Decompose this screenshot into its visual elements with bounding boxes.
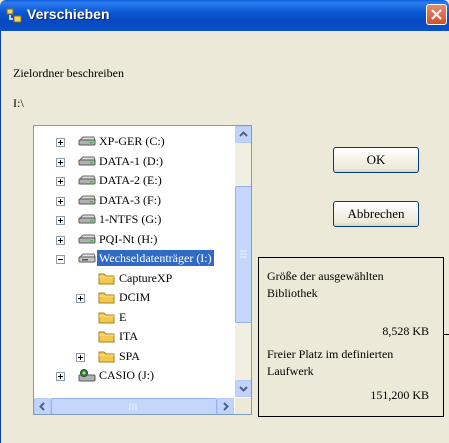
chevron-up-icon <box>239 131 248 137</box>
tree-item-data-3-f[interactable]: DATA-3 (F:) <box>34 191 234 210</box>
tree-item-dcim[interactable]: DCIM <box>34 288 234 307</box>
free-space-label-line2: Laufwerk <box>267 364 314 378</box>
drive-icon <box>78 212 96 230</box>
tree-item-label: ITA <box>119 329 139 343</box>
free-space-value: 151,200 KB <box>370 388 429 402</box>
tree-item-label: E <box>119 309 127 324</box>
tree-item-label: SPA <box>119 348 140 363</box>
tree-item-label: PQI-Nt (H:) <box>99 231 158 246</box>
collapse-icon[interactable] <box>56 255 65 264</box>
expand-icon[interactable] <box>56 216 65 225</box>
tree-item-label: CASIO (J:) <box>99 368 155 382</box>
drive-icon <box>78 154 96 172</box>
tree-item-ita[interactable]: ITA <box>34 327 234 346</box>
move-folder-icon <box>6 8 22 23</box>
expand-icon[interactable] <box>56 235 65 245</box>
tree-item-wechseldatenträger-i[interactable]: Wechseldatenträger (I:) <box>34 249 234 268</box>
chevron-down-icon <box>239 386 248 392</box>
drive-icon <box>78 193 96 211</box>
scroll-left-button[interactable] <box>34 398 51 414</box>
grip-icon <box>240 250 247 258</box>
description-label: Zielordner beschreiben <box>13 66 124 80</box>
scroll-right-button[interactable] <box>217 398 234 414</box>
ok-button[interactable]: OK <box>333 147 419 173</box>
folder-icon <box>98 271 116 290</box>
close-icon <box>431 9 442 20</box>
horizontal-scrollbar[interactable] <box>34 398 234 414</box>
vertical-scroll-thumb[interactable] <box>235 186 251 323</box>
selected-size-value: 8,528 KB <box>382 324 429 338</box>
tree-item-label: XP-GER (C:) <box>99 134 165 148</box>
expand-icon[interactable] <box>56 372 65 381</box>
tree-item-capturexp[interactable]: CaptureXP <box>34 269 234 288</box>
drive-icon <box>78 173 96 191</box>
tree-item-data-1-d[interactable]: DATA-1 (D:) <box>34 152 234 171</box>
selected-size-label-line2: Bibliothek <box>267 286 318 300</box>
drive-icon <box>78 232 96 250</box>
chevron-right-icon <box>223 402 229 411</box>
tree-item-data-2-e[interactable]: DATA-2 (E:) <box>34 171 234 190</box>
folder-icon <box>98 290 116 309</box>
scroll-down-button[interactable] <box>235 380 251 397</box>
free-space-label: Freier Platz im definierten <box>267 347 394 361</box>
tree-item-label: DATA-2 (E:) <box>99 173 162 187</box>
folder-icon <box>98 310 116 329</box>
scrollbar-corner <box>235 398 251 414</box>
drive-icon <box>78 134 96 152</box>
info-panel: Größe der ausgewählten Bibliothek 8,528 … <box>258 257 444 417</box>
folder-icon <box>98 349 116 368</box>
tree-item-label: 1-NTFS (G:) <box>99 212 162 226</box>
expand-icon[interactable] <box>76 352 85 362</box>
expand-icon[interactable] <box>56 138 65 147</box>
expand-icon[interactable] <box>56 177 65 186</box>
tree-item-casio-j[interactable]: CASIO (J:) <box>34 366 234 385</box>
tree-item-1-ntfs-g[interactable]: 1-NTFS (G:) <box>34 210 234 229</box>
scroll-up-button[interactable] <box>235 126 251 143</box>
window-title: Verschieben <box>27 6 110 22</box>
removable-drive-icon <box>78 251 96 269</box>
horizontal-scroll-thumb[interactable] <box>51 398 217 414</box>
expand-icon[interactable] <box>56 196 65 206</box>
tree-item-xp-ger-c[interactable]: XP-GER (C:) <box>34 132 234 151</box>
tree-item-e[interactable]: E <box>34 308 234 327</box>
pointer-line <box>443 334 449 335</box>
folder-tree[interactable]: CASIO (J:) SPA ITA E DCIM CaptureXP Wechseldat… <box>33 125 252 415</box>
expand-icon[interactable] <box>56 157 65 167</box>
cancel-button[interactable]: Abbrechen <box>333 201 419 227</box>
tree-item-label: Wechseldatenträger (I:) <box>97 250 214 266</box>
vertical-scrollbar[interactable] <box>235 126 251 397</box>
grip-icon <box>129 403 137 410</box>
close-button[interactable] <box>426 4 447 25</box>
tree-item-pqi-nt-h[interactable]: PQI-Nt (H:) <box>34 230 234 249</box>
chevron-left-icon <box>39 402 45 411</box>
tree-item-label: DATA-3 (F:) <box>99 192 162 207</box>
selected-size-label: Größe der ausgewählten <box>267 269 384 283</box>
camera-drive-icon <box>78 368 96 387</box>
tree-item-label: DCIM <box>119 290 151 304</box>
title-bar[interactable]: Verschieben <box>0 0 449 31</box>
tree-item-label: DATA-1 (D:) <box>99 153 164 168</box>
folder-icon <box>98 329 116 348</box>
tree-item-spa[interactable]: SPA <box>34 347 234 366</box>
current-path: I:\ <box>13 96 24 110</box>
tree-item-label: CaptureXP <box>119 270 173 285</box>
expand-icon[interactable] <box>76 294 85 303</box>
